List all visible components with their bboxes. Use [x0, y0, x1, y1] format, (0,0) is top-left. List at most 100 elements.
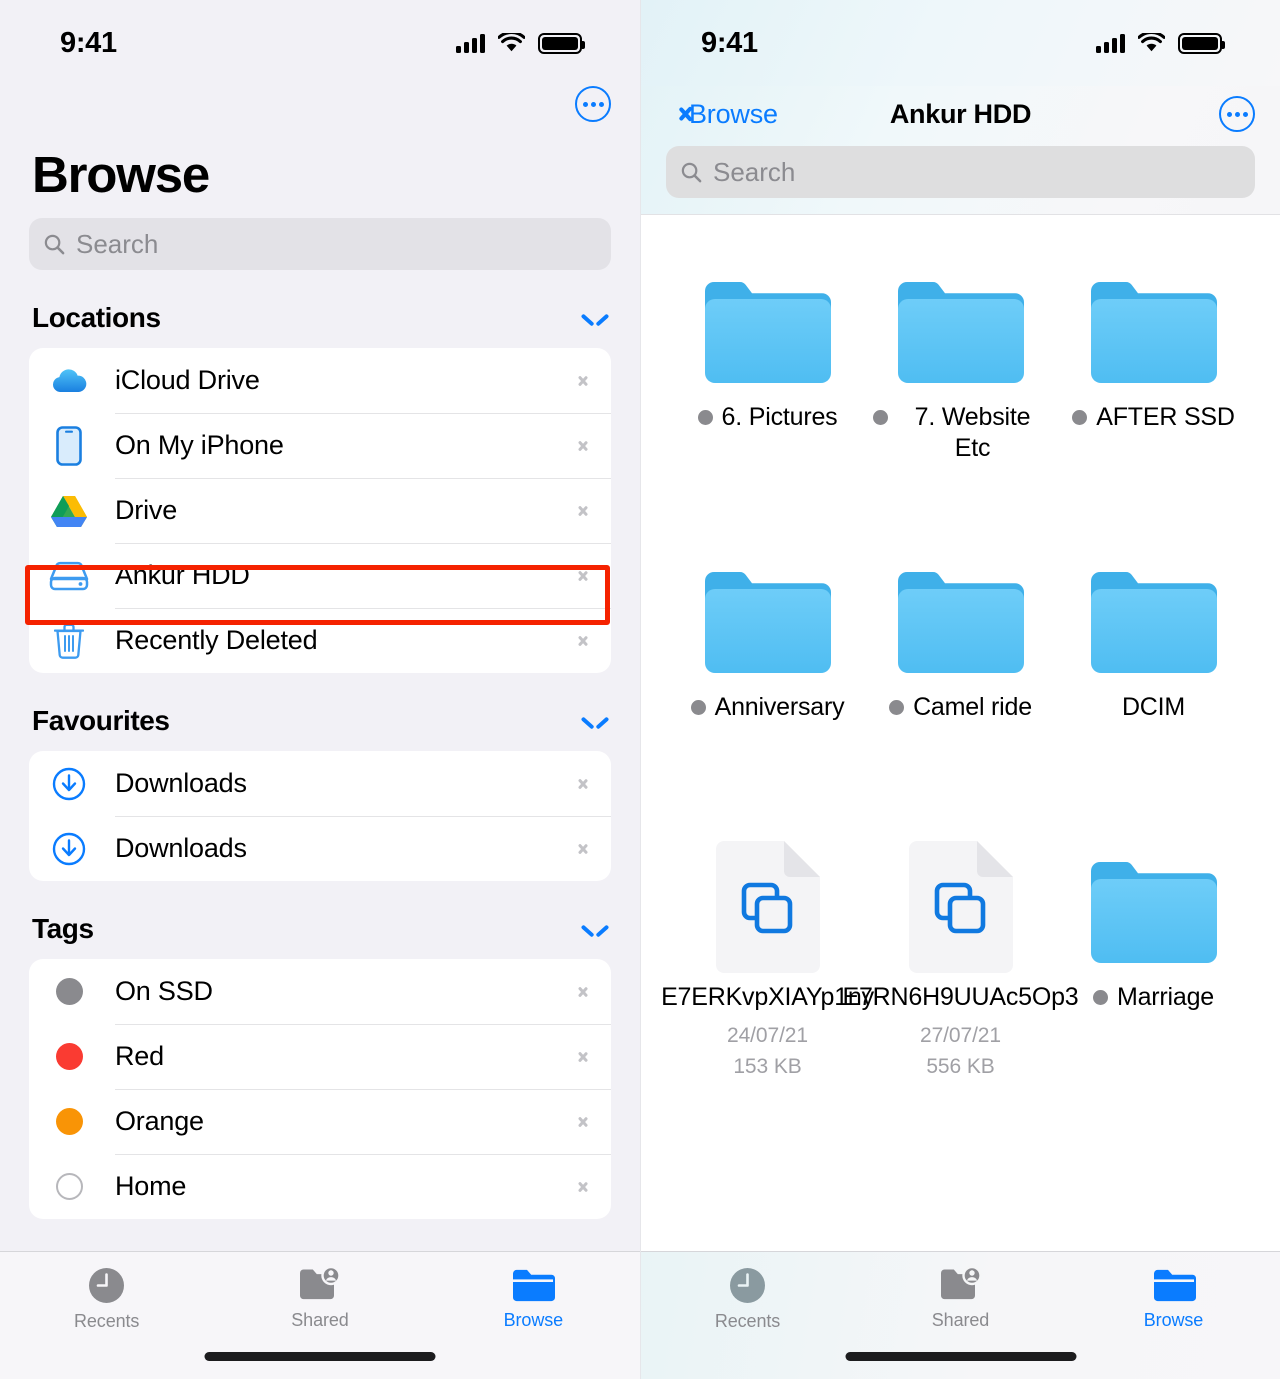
grid-item-document[interactable]: E7ERKvpXIAYp1ny 24/07/21 153 KB	[661, 841, 874, 1133]
tab-bar: Recents Shared Browse	[0, 1251, 640, 1379]
sidebar-item-icloud-drive[interactable]: iCloud Drive	[29, 348, 611, 413]
sidebar-item-downloads[interactable]: Downloads	[29, 816, 611, 881]
chevron-down-icon[interactable]	[582, 311, 608, 326]
grid-item-name-wrap: Marriage	[1092, 982, 1214, 1013]
grid-item-label: Anniversary	[714, 693, 845, 721]
grid-item-name-wrap: E7RN6H9UUAc5Op3	[843, 982, 1079, 1013]
grid-item-folder[interactable]: Anniversary	[671, 553, 864, 843]
clock-icon	[730, 1268, 765, 1303]
grid-item-folder[interactable]: Marriage	[1057, 843, 1250, 1133]
chevron-down-icon[interactable]	[582, 922, 608, 937]
grid-item-label: DCIM	[1121, 693, 1186, 721]
ellipsis-dot	[590, 101, 596, 107]
tag-dot-icon	[49, 1173, 89, 1200]
battery-icon	[1178, 32, 1225, 54]
section-header-tags: Tags	[29, 881, 611, 959]
tab-label: Shared	[291, 1310, 349, 1330]
folder-icon	[897, 553, 1024, 673]
grid-item-folder[interactable]: 7. Website Etc	[864, 263, 1057, 553]
sidebar-item-recently-deleted[interactable]: Recently Deleted	[29, 608, 611, 673]
tag-dot-icon	[49, 1043, 89, 1070]
navbar-row: Browse Ankur HDD	[666, 86, 1255, 142]
sidebar-item-label: On SSD	[115, 976, 213, 1006]
folder-icon	[1090, 843, 1217, 963]
download-circle-icon	[49, 832, 89, 866]
dual-screenshot: 9:41 Browse Search Locations iCloud Driv…	[0, 0, 1280, 1379]
grid-item-name-wrap: E7ERKvpXIAYp1ny	[661, 982, 874, 1013]
search-placeholder: Search	[713, 156, 796, 187]
grid-item-date: 24/07/21	[727, 1024, 808, 1047]
grid-item-folder[interactable]: DCIM	[1057, 553, 1250, 843]
tab-recents[interactable]: Recents	[0, 1266, 213, 1332]
sidebar-item-tag-on-ssd[interactable]: On SSD	[29, 959, 611, 1024]
tab-shared[interactable]: Shared	[854, 1266, 1067, 1331]
cellular-signal-icon	[1096, 33, 1125, 53]
chevron-right-icon	[579, 840, 589, 858]
search-input[interactable]: Search	[666, 146, 1255, 198]
sidebar-item-label: Downloads	[115, 833, 247, 863]
grid-item-label: 6. Pictures	[721, 403, 838, 431]
more-options-button[interactable]	[1219, 96, 1255, 132]
ellipsis-dot	[1242, 111, 1248, 117]
sidebar-item-tag-orange[interactable]: Orange	[29, 1089, 611, 1154]
tag-dot-icon	[690, 700, 706, 715]
folder-icon	[1090, 263, 1217, 383]
grid-item-label: 7. Website Etc	[914, 403, 1031, 462]
tab-browse[interactable]: Browse	[427, 1266, 640, 1331]
sidebar-item-label: On My iPhone	[115, 430, 284, 460]
grid-item-folder[interactable]: AFTER SSD	[1057, 263, 1250, 553]
tab-shared[interactable]: Shared	[213, 1266, 426, 1331]
sidebar-item-on-my-iphone[interactable]: On My iPhone	[29, 413, 611, 478]
grid-item-name-wrap: DCIM	[1122, 692, 1185, 723]
ankur-hdd-screen: 9:41 Browse Ankur HDD Search 6. Pictures…	[640, 0, 1280, 1379]
chevron-right-icon	[579, 502, 589, 520]
chevron-right-icon	[579, 775, 589, 793]
external-drive-icon	[49, 561, 89, 591]
folder-icon	[513, 1269, 556, 1302]
sidebar-item-drive[interactable]: Drive	[29, 478, 611, 543]
browse-header: Browse Search	[0, 86, 640, 270]
icloud-drive-icon	[49, 365, 89, 397]
sidebar-item-tag-red[interactable]: Red	[29, 1024, 611, 1089]
folder-icon	[704, 553, 831, 673]
section-title: Tags	[32, 913, 94, 944]
grid-item-document[interactable]: E7RN6H9UUAc5Op3 27/07/21 556 KB	[843, 841, 1079, 1133]
more-options-button[interactable]	[575, 86, 611, 122]
sidebar-item-ankur-hdd[interactable]: Ankur HDD	[29, 543, 611, 608]
grid-item-folder[interactable]: Camel ride	[864, 553, 1057, 843]
grid-item-label: E7RN6H9UUAc5Op3	[842, 983, 1079, 1011]
browse-list: Locations iCloud Drive On My iPhone Driv…	[0, 270, 640, 1251]
sidebar-item-tag-home[interactable]: Home	[29, 1154, 611, 1219]
tab-label: Browse	[503, 1310, 564, 1330]
grid-item-name-wrap: AFTER SSD	[1072, 402, 1235, 433]
back-button[interactable]: Browse	[666, 99, 778, 130]
grid-item-name-wrap: 7. Website Etc	[872, 402, 1049, 464]
sidebar-item-label: Drive	[115, 495, 178, 525]
grid-item-name-wrap: Anniversary	[690, 692, 845, 723]
chevron-down-icon[interactable]	[582, 714, 608, 729]
shared-folder-icon	[299, 1266, 341, 1300]
locations-card: iCloud Drive On My iPhone Drive Ankur HD…	[29, 348, 611, 673]
tab-recents[interactable]: Recents	[641, 1266, 854, 1332]
folder-icon	[1153, 1269, 1196, 1302]
tag-dot-icon	[889, 700, 905, 715]
tab-bar: Recents Shared Browse	[641, 1251, 1280, 1379]
search-input[interactable]: Search	[29, 218, 611, 270]
page-title: Browse	[32, 146, 210, 203]
back-label: Browse	[689, 98, 778, 129]
status-icons	[456, 32, 585, 54]
sidebar-item-label: iCloud Drive	[115, 365, 260, 395]
battery-icon	[538, 32, 585, 54]
grid-item-folder[interactable]: 6. Pictures	[671, 263, 864, 553]
document-icon	[715, 841, 820, 973]
tab-label: Browse	[1143, 1310, 1204, 1330]
search-placeholder: Search	[76, 228, 159, 259]
shared-folder-icon	[940, 1266, 982, 1300]
trash-icon	[49, 623, 89, 659]
chevron-left-icon	[666, 101, 680, 127]
sidebar-item-downloads[interactable]: Downloads	[29, 751, 611, 816]
sidebar-item-label: Red	[115, 1041, 164, 1071]
file-grid: 6. Pictures 7. Website Etc AFTER SSD Ann…	[641, 215, 1280, 1251]
sidebar-item-label: Recently Deleted	[115, 625, 318, 655]
tab-browse[interactable]: Browse	[1067, 1266, 1280, 1331]
